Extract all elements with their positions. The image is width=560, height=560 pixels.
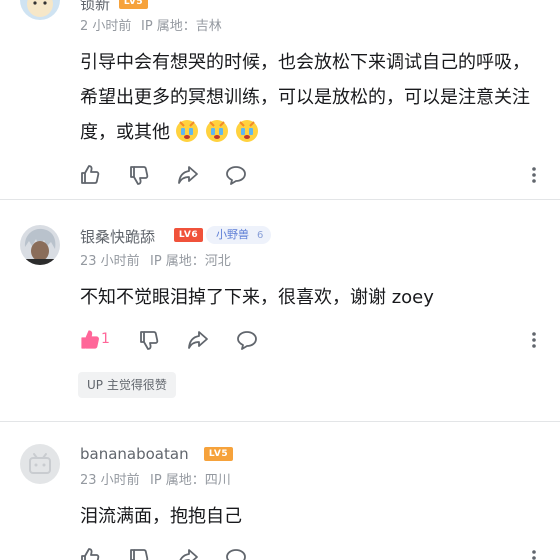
user-avatar[interactable] bbox=[20, 0, 60, 20]
comment-text: 引导中会有想哭的时候，也会放松下来调试自己的呼吸，希望出更多的冥想训练，可以是放… bbox=[80, 52, 530, 143]
emoji-group bbox=[170, 120, 260, 143]
dislike-button[interactable] bbox=[127, 163, 151, 187]
share-button[interactable] bbox=[176, 546, 200, 560]
comment-item: bananaboatan LV5 23 小时前 IP 属地：四川 泪流满面，抱抱… bbox=[0, 422, 560, 560]
comment-icon bbox=[226, 549, 246, 560]
more-button[interactable] bbox=[524, 328, 544, 352]
share-button[interactable] bbox=[186, 328, 210, 352]
comment-content: 不知不觉眼泪掉了下来，很喜欢，谢谢 zoey bbox=[80, 280, 540, 315]
username[interactable]: bananaboatan bbox=[80, 445, 189, 463]
comment-item: 锁新 LV5 2 小时前 IP 属地：吉林 引导中会有想哭的时候，也会放松下来调… bbox=[0, 0, 560, 200]
like-button[interactable]: 1 bbox=[78, 328, 118, 352]
share-icon bbox=[178, 166, 198, 184]
user-avatar[interactable] bbox=[20, 225, 60, 265]
like-count: 1 bbox=[101, 331, 110, 347]
comment-text: 泪流满面，抱抱自己 bbox=[80, 506, 242, 527]
comment-icon bbox=[237, 331, 257, 350]
tv-crying-emoji bbox=[236, 120, 258, 142]
more-vertical-icon bbox=[532, 332, 536, 348]
comment-actions: 1 bbox=[78, 328, 278, 352]
thumbs-down-icon bbox=[140, 331, 159, 350]
reply-button[interactable] bbox=[235, 328, 259, 352]
more-vertical-icon bbox=[532, 167, 536, 183]
dislike-button[interactable] bbox=[127, 546, 151, 560]
thumbs-up-icon bbox=[81, 548, 100, 560]
comment-time: 2 小时前 bbox=[80, 19, 132, 34]
more-button[interactable] bbox=[524, 546, 544, 560]
like-button[interactable] bbox=[78, 163, 102, 187]
comment-time: 23 小时前 bbox=[80, 473, 140, 488]
dislike-button[interactable] bbox=[137, 328, 161, 352]
comment-item: 银桑快跪舔 LV6 小野兽 6 23 小时前 IP 属地：河北 不知不觉眼泪掉了下… bbox=[0, 200, 560, 422]
tv-crying-emoji bbox=[206, 120, 228, 142]
more-button[interactable] bbox=[524, 163, 544, 187]
comment-icon bbox=[226, 166, 246, 185]
reply-button[interactable] bbox=[224, 163, 248, 187]
level-badge: LV5 bbox=[119, 0, 148, 9]
thumbs-up-icon bbox=[81, 330, 99, 349]
fan-medal-level: 6 bbox=[257, 230, 264, 241]
share-icon bbox=[179, 549, 198, 560]
like-button[interactable] bbox=[78, 546, 102, 560]
ip-location: IP 属地：河北 bbox=[150, 254, 231, 269]
level-badge: LV5 bbox=[204, 447, 233, 461]
level-badge: LV6 bbox=[174, 228, 203, 242]
reply-button[interactable] bbox=[224, 546, 248, 560]
comment-content: 引导中会有想哭的时候，也会放松下来调试自己的呼吸，希望出更多的冥想训练，可以是放… bbox=[80, 45, 540, 150]
tv-crying-emoji bbox=[176, 120, 198, 142]
comment-time: 23 小时前 bbox=[80, 254, 140, 269]
thumbs-down-icon bbox=[130, 166, 149, 185]
fan-medal[interactable]: 小野兽 6 bbox=[206, 226, 272, 244]
username[interactable]: 银桑快跪舔 bbox=[80, 226, 155, 247]
ip-location: IP 属地：四川 bbox=[150, 473, 231, 488]
up-liked-badge: UP 主觉得很赞 bbox=[78, 372, 176, 398]
more-vertical-icon bbox=[532, 550, 536, 560]
comment-actions bbox=[78, 163, 278, 187]
thumbs-down-icon bbox=[130, 549, 149, 560]
username[interactable]: 锁新 bbox=[80, 0, 110, 14]
user-avatar[interactable] bbox=[20, 444, 60, 484]
ip-location: IP 属地：吉林 bbox=[141, 19, 222, 34]
thumbs-up-icon bbox=[81, 165, 100, 184]
share-icon bbox=[188, 331, 208, 349]
share-button[interactable] bbox=[176, 163, 200, 187]
comment-text: 不知不觉眼泪掉了下来，很喜欢，谢谢 zoey bbox=[80, 287, 434, 308]
comment-content: 泪流满面，抱抱自己 bbox=[80, 499, 540, 534]
fan-medal-name: 小野兽 bbox=[216, 228, 249, 241]
comment-actions bbox=[78, 546, 278, 560]
